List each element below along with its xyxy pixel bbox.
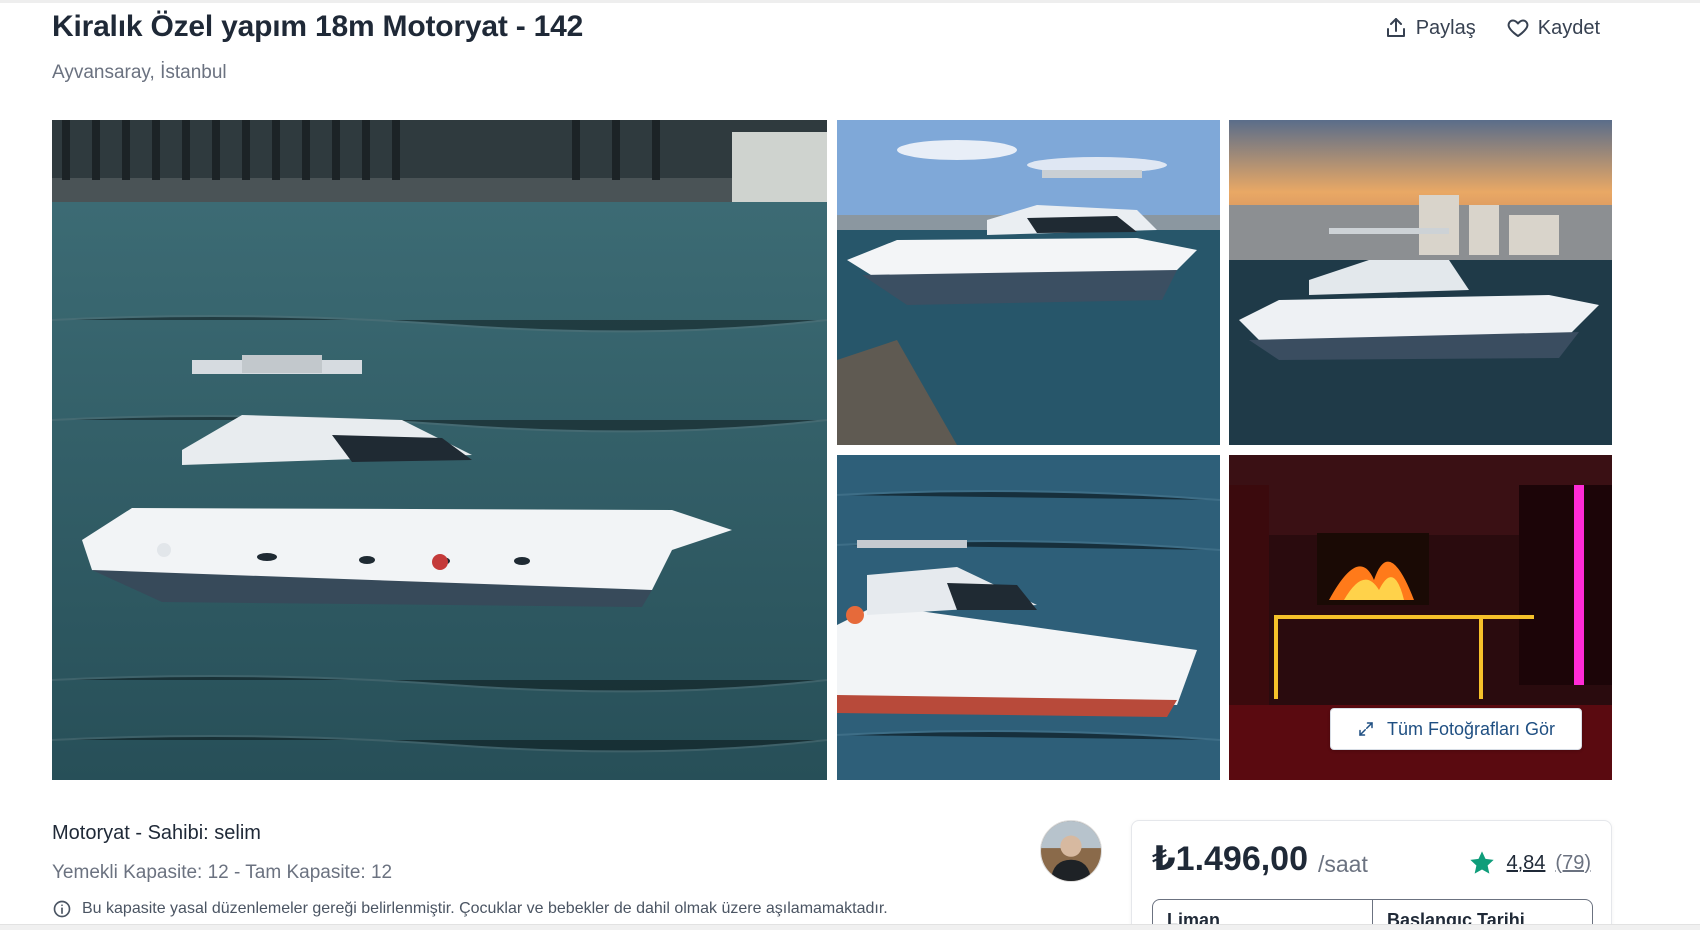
boat-type-owner: Motoryat - Sahibi: selim	[52, 822, 261, 844]
info-icon	[53, 900, 71, 918]
review-count[interactable]: (79)	[1555, 852, 1591, 875]
bottom-divider	[0, 924, 1700, 930]
expand-icon	[1359, 722, 1373, 736]
share-label: Paylaş	[1415, 16, 1476, 39]
save-label: Kaydet	[1537, 16, 1600, 39]
listing-location: Ayvansaray, İstanbul	[52, 62, 227, 83]
save-button[interactable]: Kaydet	[1506, 16, 1600, 40]
star-icon	[1470, 851, 1495, 874]
main-photo[interactable]	[52, 120, 827, 780]
heart-icon	[1507, 19, 1529, 37]
page-title: Kiralık Özel yapım 18m Motoryat - 142	[52, 10, 584, 43]
view-all-photos-label: Tüm Fotoğrafları Gör	[1386, 718, 1556, 739]
capacity-info: Yemekli Kapasite: 12 - Tam Kapasite: 12	[52, 862, 393, 883]
photo-3[interactable]	[1229, 120, 1612, 445]
photo-gallery	[52, 120, 1612, 780]
capacity-notice: Bu kapasite yasal düzenlemeler gereği be…	[52, 899, 888, 919]
booking-card: ₺1.496,00 /saat 4,84 (79) Liman Başlangı…	[1131, 820, 1612, 930]
capacity-notice-text: Bu kapasite yasal düzenlemeler gereği be…	[82, 900, 888, 917]
photo-4[interactable]	[837, 455, 1220, 780]
rating[interactable]: 4,84 (79)	[1468, 849, 1591, 877]
top-divider	[0, 0, 1700, 3]
share-button[interactable]: Paylaş	[1384, 16, 1476, 40]
price-unit: /saat	[1318, 851, 1368, 877]
owner-avatar[interactable]	[1040, 820, 1102, 882]
share-icon	[1386, 18, 1405, 37]
listing-actions: Paylaş Kaydet	[1384, 16, 1600, 40]
photo-2[interactable]	[837, 120, 1220, 445]
view-all-photos-button[interactable]: Tüm Fotoğrafları Gör	[1330, 708, 1582, 750]
price-value: ₺1.496,00	[1152, 840, 1309, 878]
rating-value[interactable]: 4,84	[1506, 852, 1545, 875]
